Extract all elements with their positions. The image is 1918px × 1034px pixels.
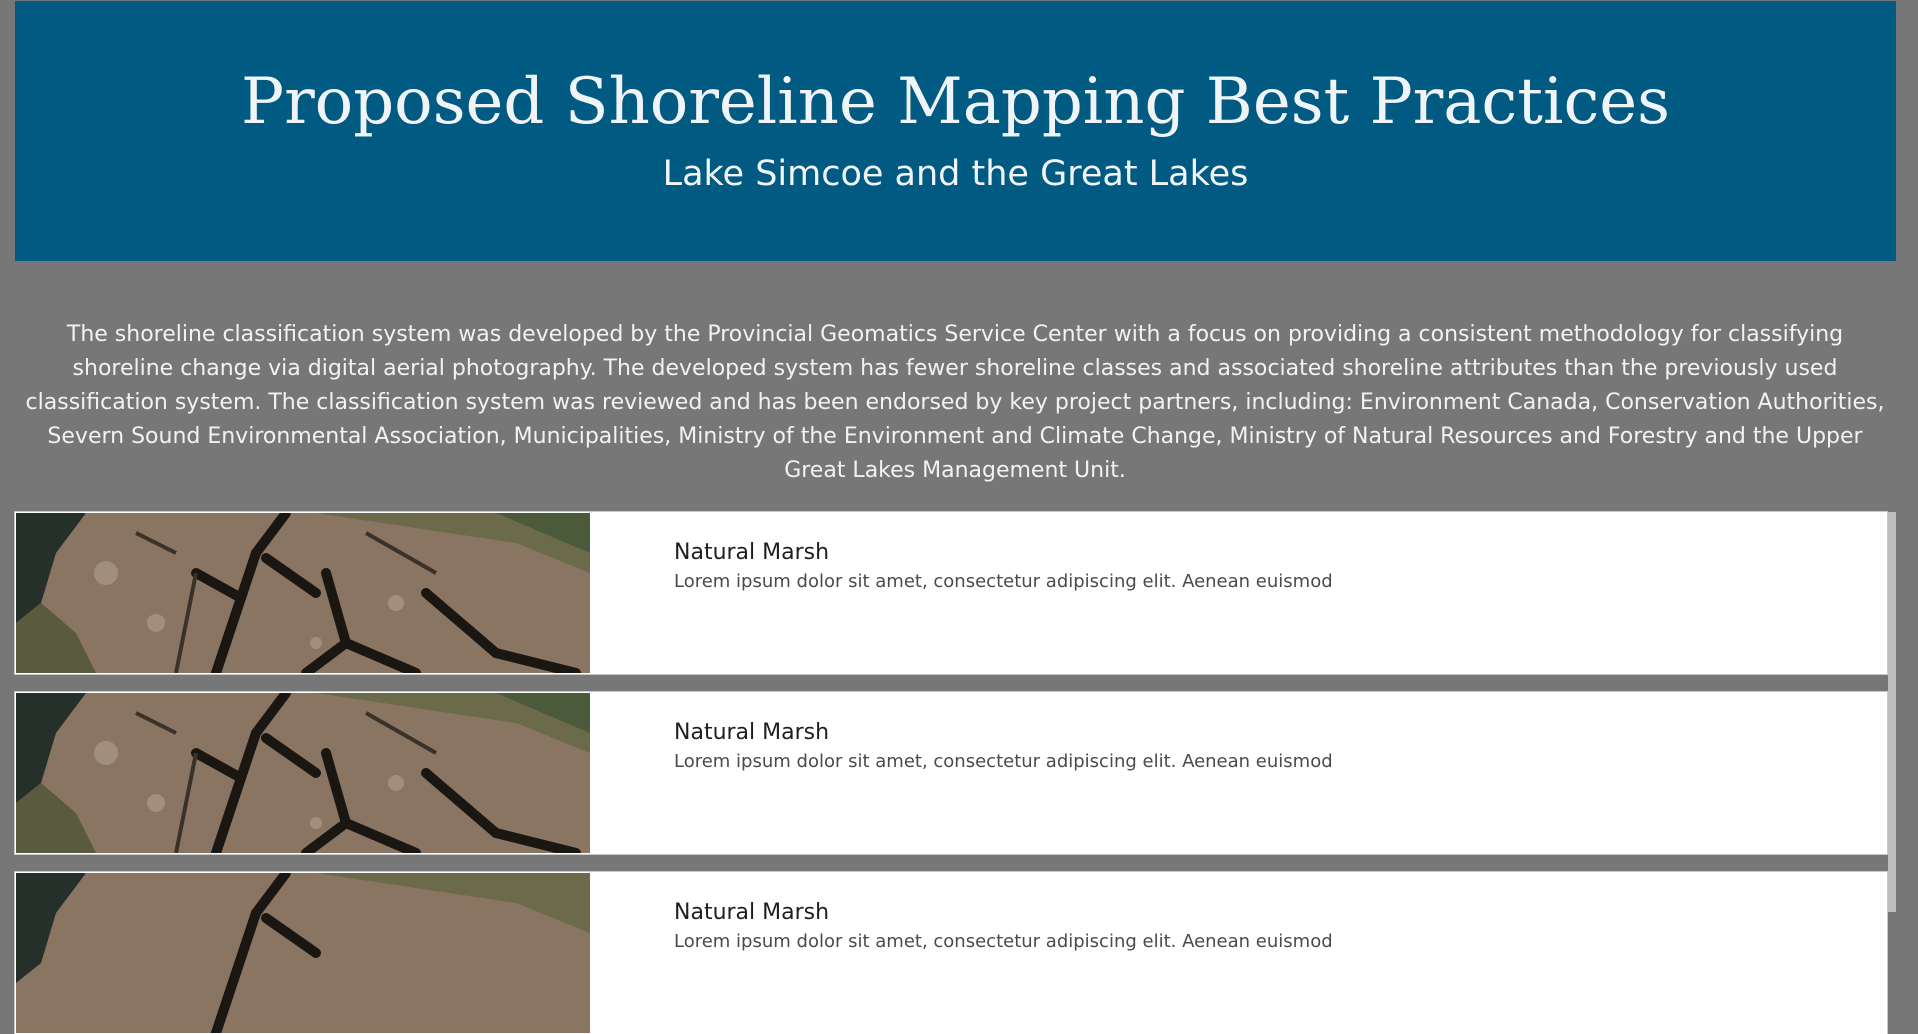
shoreline-class-card[interactable]: Natural Marsh Lorem ipsum dolor sit amet… bbox=[15, 692, 1887, 854]
card-title: Natural Marsh bbox=[674, 720, 830, 745]
card-title: Natural Marsh bbox=[674, 540, 830, 565]
page-subtitle: Lake Simcoe and the Great Lakes bbox=[662, 154, 1249, 194]
card-description: Lorem ipsum dolor sit amet, consectetur … bbox=[674, 571, 1333, 592]
aerial-marsh-photo-icon bbox=[16, 873, 590, 1033]
shoreline-class-card[interactable]: Natural Marsh Lorem ipsum dolor sit amet… bbox=[15, 512, 1887, 674]
card-description: Lorem ipsum dolor sit amet, consectetur … bbox=[674, 931, 1333, 952]
aerial-marsh-photo-icon bbox=[16, 513, 590, 673]
page-title: Proposed Shoreline Mapping Best Practice… bbox=[241, 65, 1670, 139]
scrollbar-track[interactable] bbox=[1888, 512, 1896, 912]
aerial-marsh-photo-icon bbox=[16, 693, 590, 853]
page-header: Proposed Shoreline Mapping Best Practice… bbox=[15, 1, 1896, 261]
shoreline-class-card[interactable]: Natural Marsh Lorem ipsum dolor sit amet… bbox=[15, 872, 1887, 1034]
card-description: Lorem ipsum dolor sit amet, consectetur … bbox=[674, 751, 1333, 772]
intro-paragraph: The shoreline classification system was … bbox=[25, 322, 1885, 483]
card-title: Natural Marsh bbox=[674, 900, 830, 925]
